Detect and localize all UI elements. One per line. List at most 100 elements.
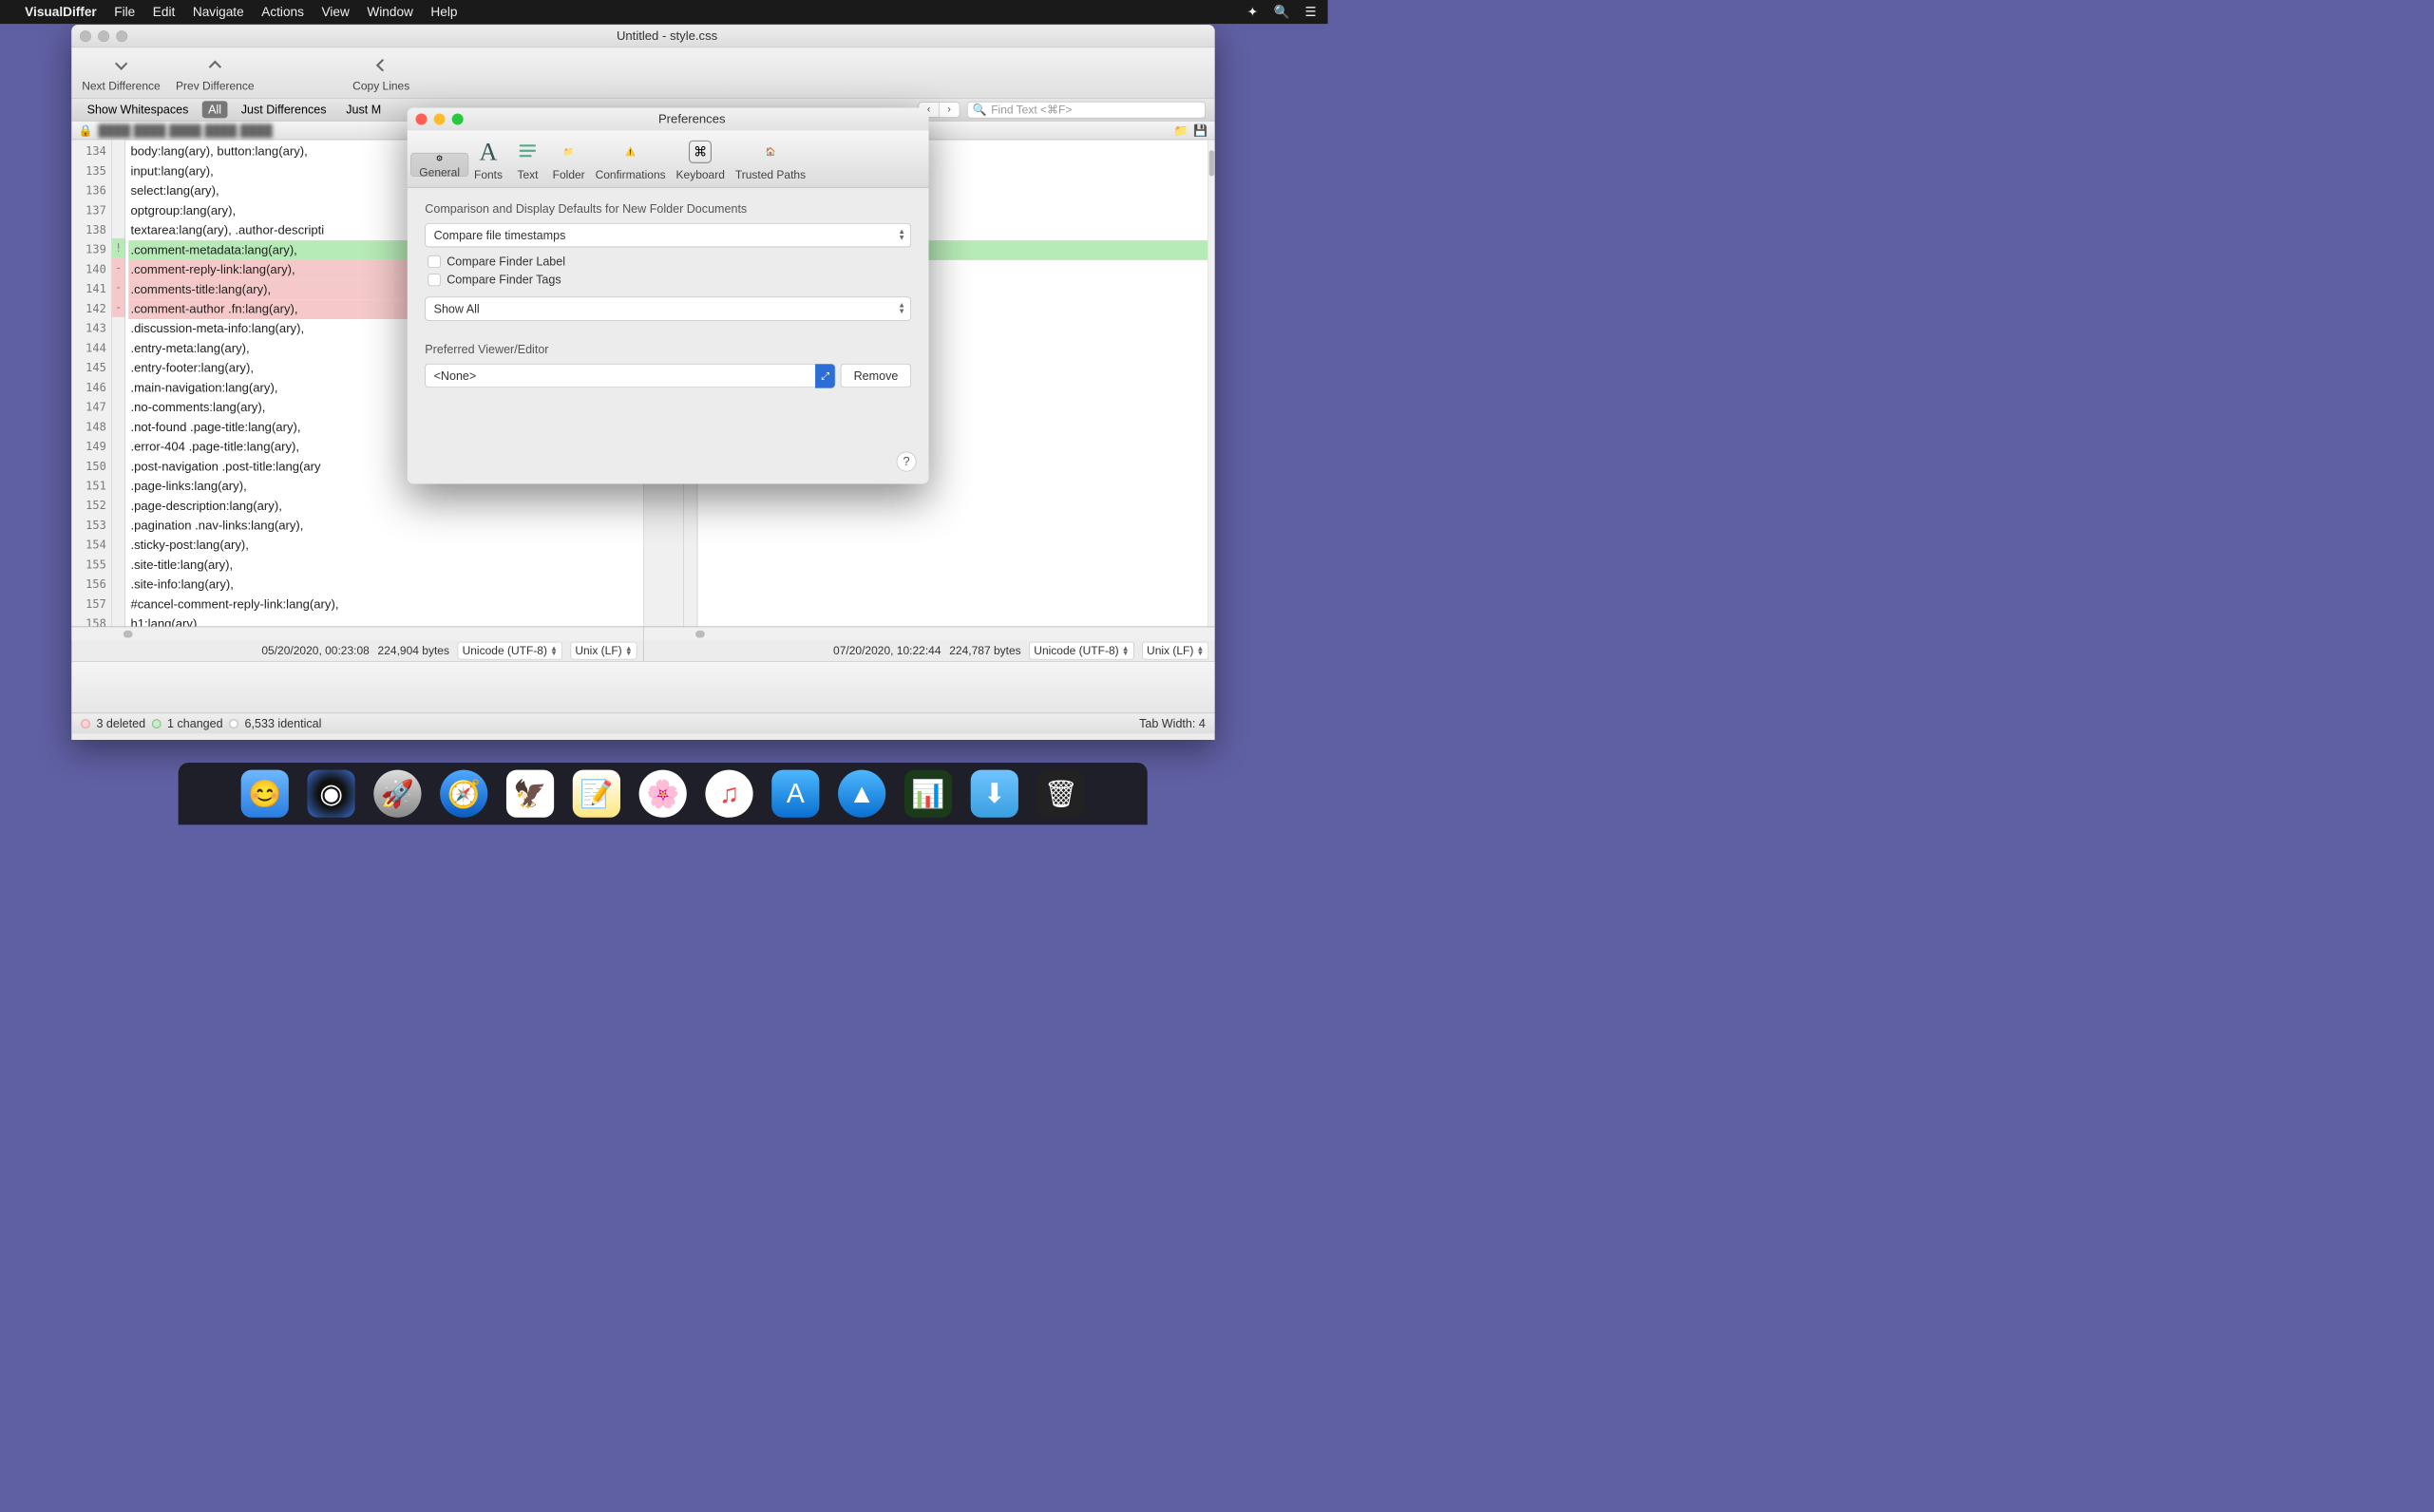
right-bytes: 224,787 bytes (949, 644, 1020, 657)
dock-mail-icon[interactable]: 🦅 (506, 770, 554, 818)
search-icon: 🔍 (973, 103, 987, 116)
left-status: 05/20/2020, 00:23:08 224,904 bytes Unico… (71, 640, 643, 661)
prefs-titlebar: Preferences (408, 107, 929, 130)
dock-photos-icon[interactable]: 🌸 (639, 770, 687, 818)
lock-icon: 🔒 (79, 123, 93, 137)
left-eol-select[interactable]: Unix (LF)▲▼ (570, 642, 637, 660)
code-line[interactable]: .site-info:lang(ary), (128, 576, 643, 595)
menu-edit[interactable]: Edit (153, 5, 176, 20)
dock-notes-icon[interactable]: 📝 (573, 770, 620, 818)
dock-launchpad-icon[interactable]: 🚀 (373, 770, 421, 818)
control-center-icon[interactable]: ☰ (1303, 5, 1317, 18)
filter-all[interactable]: All (202, 101, 228, 118)
code-line[interactable]: .pagination .nav-links:lang(ary), (128, 516, 643, 536)
left-encoding-select[interactable]: Unicode (UTF-8)▲▼ (458, 642, 562, 660)
prefs-tab-trusted-paths[interactable]: 🏠Trusted Paths (730, 133, 810, 183)
search-input[interactable]: 🔍 Find Text <⌘F> (967, 102, 1206, 118)
dock-activity-icon[interactable]: 📊 (904, 770, 952, 818)
dock-maps-icon[interactable]: ▲ (838, 770, 885, 818)
prev-difference-button[interactable]: Prev Difference (171, 53, 259, 92)
zoom-button[interactable] (116, 30, 127, 42)
copy-lines-button[interactable]: Copy Lines (348, 53, 415, 92)
status-icon[interactable]: ✦ (1246, 5, 1259, 18)
tab-width: Tab Width: 4 (1139, 716, 1206, 730)
prefs-close-button[interactable] (415, 113, 427, 124)
right-eol-select[interactable]: Unix (LF)▲▼ (1142, 642, 1208, 660)
dock-safari-icon[interactable]: 🧭 (440, 770, 487, 818)
prefs-tab-folder[interactable]: 📁Folder (547, 133, 590, 183)
dock-music-icon[interactable]: ♫ (705, 770, 752, 818)
changed-count: 1 changed (167, 716, 223, 730)
code-line[interactable]: .site-title:lang(ary), (128, 556, 643, 576)
filter-just-matches[interactable]: Just M (340, 101, 388, 118)
summary-bar: 3 deleted 1 changed 6,533 identical Tab … (71, 713, 1214, 734)
filter-just-differences[interactable]: Just Differences (235, 101, 333, 118)
save-icon[interactable]: 💾 (1193, 123, 1207, 137)
show-whitespaces-toggle[interactable]: Show Whitespaces (81, 101, 195, 118)
dock-finder-icon[interactable]: 😊 (241, 770, 289, 818)
dock-siri-icon[interactable]: ◉ (307, 770, 354, 818)
dock-downloads-icon[interactable]: ⬇ (971, 770, 1018, 818)
minimap[interactable] (1207, 140, 1215, 626)
code-line[interactable]: .sticky-post:lang(ary), (128, 536, 643, 556)
app-name[interactable]: VisualDiffer (25, 5, 97, 20)
compare-mode-select[interactable]: Compare file timestamps ▲▼ (425, 223, 911, 247)
help-button[interactable]: ? (897, 452, 917, 472)
text-icon (513, 138, 542, 167)
toolbar: Next Difference Prev Difference Copy Lin… (71, 47, 1214, 98)
identical-count: 6,533 identical (245, 716, 322, 730)
prefs-tab-text[interactable]: Text (508, 133, 547, 183)
code-line[interactable]: h1:lang(ary), (128, 614, 643, 627)
font-icon: A (474, 138, 504, 167)
spotlight-icon[interactable]: 🔍 (1275, 5, 1288, 18)
close-button[interactable] (80, 30, 91, 42)
keyboard-icon: ⌘ (686, 138, 715, 167)
dock-trash-icon[interactable]: 🗑 (1037, 770, 1085, 818)
right-hscroll[interactable] (643, 627, 1215, 640)
minimize-button[interactable] (98, 30, 109, 42)
preferences-window: Preferences ⚙︎General AFonts Text 📁Folde… (408, 107, 929, 483)
browse-viewer-button[interactable]: ⤢ (815, 364, 835, 387)
menu-actions[interactable]: Actions (261, 5, 304, 20)
prefs-toolbar: ⚙︎General AFonts Text 📁Folder ⚠️Confirma… (408, 130, 929, 187)
remove-viewer-button[interactable]: Remove (841, 364, 911, 387)
shield-icon: 🏠 (756, 138, 786, 167)
dock-appstore-icon[interactable]: A (771, 770, 819, 818)
menubar: VisualDiffer File Edit Navigate Actions … (0, 0, 1328, 24)
menu-window[interactable]: Window (367, 5, 413, 20)
compare-finder-tags-checkbox[interactable] (428, 274, 441, 286)
prefs-tab-keyboard[interactable]: ⌘Keyboard (671, 133, 730, 183)
next-difference-button[interactable]: Next Difference (77, 53, 165, 92)
viewer-path-field[interactable]: <None> ⤢ (425, 364, 835, 387)
menu-help[interactable]: Help (430, 5, 457, 20)
prefs-zoom-button[interactable] (452, 113, 464, 124)
changed-dot-icon (152, 719, 162, 728)
deleted-dot-icon (81, 719, 90, 728)
left-hscroll[interactable] (71, 627, 643, 640)
identical-dot-icon (229, 719, 238, 728)
prefs-minimize-button[interactable] (434, 113, 446, 124)
cb2-label: Compare Finder Tags (447, 273, 561, 287)
dock: 😊 ◉ 🚀 🧭 🦅 📝 🌸 ♫ A ▲ 📊 ⬇ 🗑 (179, 763, 1148, 824)
arrow-down-icon (109, 53, 133, 77)
show-filter-select[interactable]: Show All ▲▼ (425, 297, 911, 321)
comparison-section-label: Comparison and Display Defaults for New … (425, 202, 911, 217)
folder-icon[interactable]: 📁 (1174, 123, 1188, 137)
right-status: 07/20/2020, 10:22:44 224,787 bytes Unico… (643, 640, 1215, 661)
nav-next-button[interactable]: › (939, 102, 960, 117)
code-line[interactable]: #cancel-comment-reply-link:lang(ary), (128, 595, 643, 614)
left-bytes: 224,904 bytes (378, 644, 449, 657)
arrow-up-icon (203, 53, 227, 77)
compare-finder-label-checkbox[interactable] (428, 255, 441, 268)
right-date: 07/20/2020, 10:22:44 (833, 644, 941, 657)
prefs-tab-fonts[interactable]: AFonts (468, 133, 507, 183)
folder-icon: 📁 (554, 138, 583, 167)
next-diff-label: Next Difference (82, 79, 160, 92)
prefs-tab-general[interactable]: ⚙︎General (410, 153, 468, 177)
menu-navigate[interactable]: Navigate (193, 5, 244, 20)
right-encoding-select[interactable]: Unicode (UTF-8)▲▼ (1029, 642, 1133, 660)
code-line[interactable]: .page-description:lang(ary), (128, 497, 643, 517)
prefs-tab-confirmations[interactable]: ⚠️Confirmations (590, 133, 671, 183)
menu-view[interactable]: View (321, 5, 349, 20)
menu-file[interactable]: File (114, 5, 135, 20)
